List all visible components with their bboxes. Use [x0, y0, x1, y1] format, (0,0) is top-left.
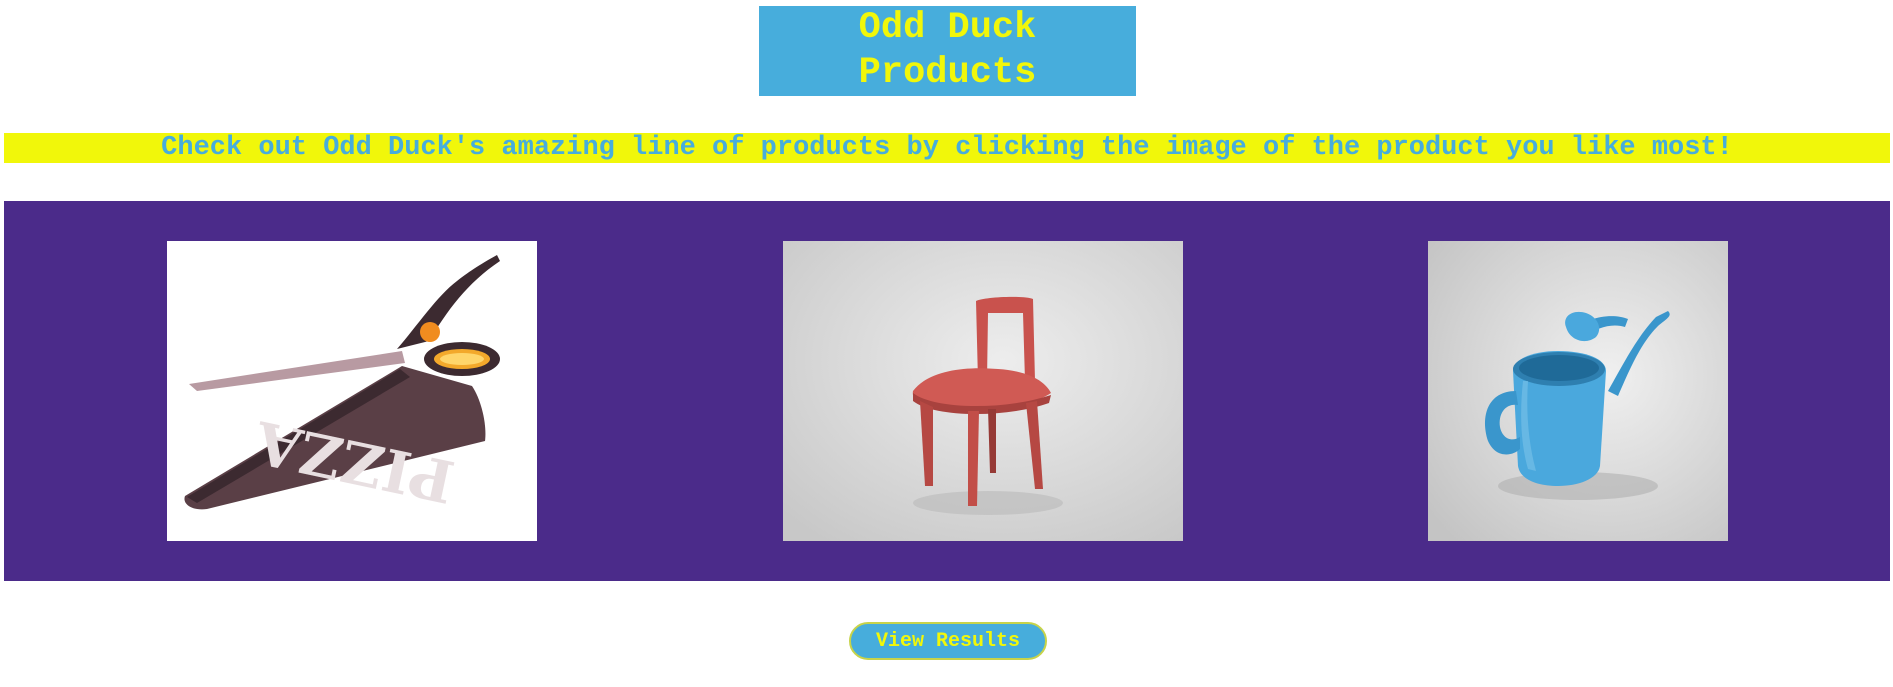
page: Odd Duck Products Check out Odd Duck's a…	[0, 0, 1893, 687]
page-title-box: Odd Duck Products	[759, 6, 1136, 96]
page-title: Odd Duck Products	[858, 7, 1037, 94]
intro-banner: Check out Odd Duck's amazing line of pro…	[4, 133, 1890, 163]
products-panel: PIZZA	[4, 201, 1890, 581]
product-image-pizza-scissors[interactable]: PIZZA	[167, 241, 537, 541]
view-results-button[interactable]: View Results	[849, 622, 1047, 660]
intro-text: Check out Odd Duck's amazing line of pro…	[161, 133, 1733, 163]
product-image-watering-can[interactable]	[1428, 241, 1728, 541]
watering-can-icon	[1428, 241, 1728, 541]
product-image-red-chair[interactable]	[783, 241, 1183, 541]
pizza-scissors-icon: PIZZA	[167, 241, 537, 541]
red-chair-icon	[783, 241, 1183, 541]
